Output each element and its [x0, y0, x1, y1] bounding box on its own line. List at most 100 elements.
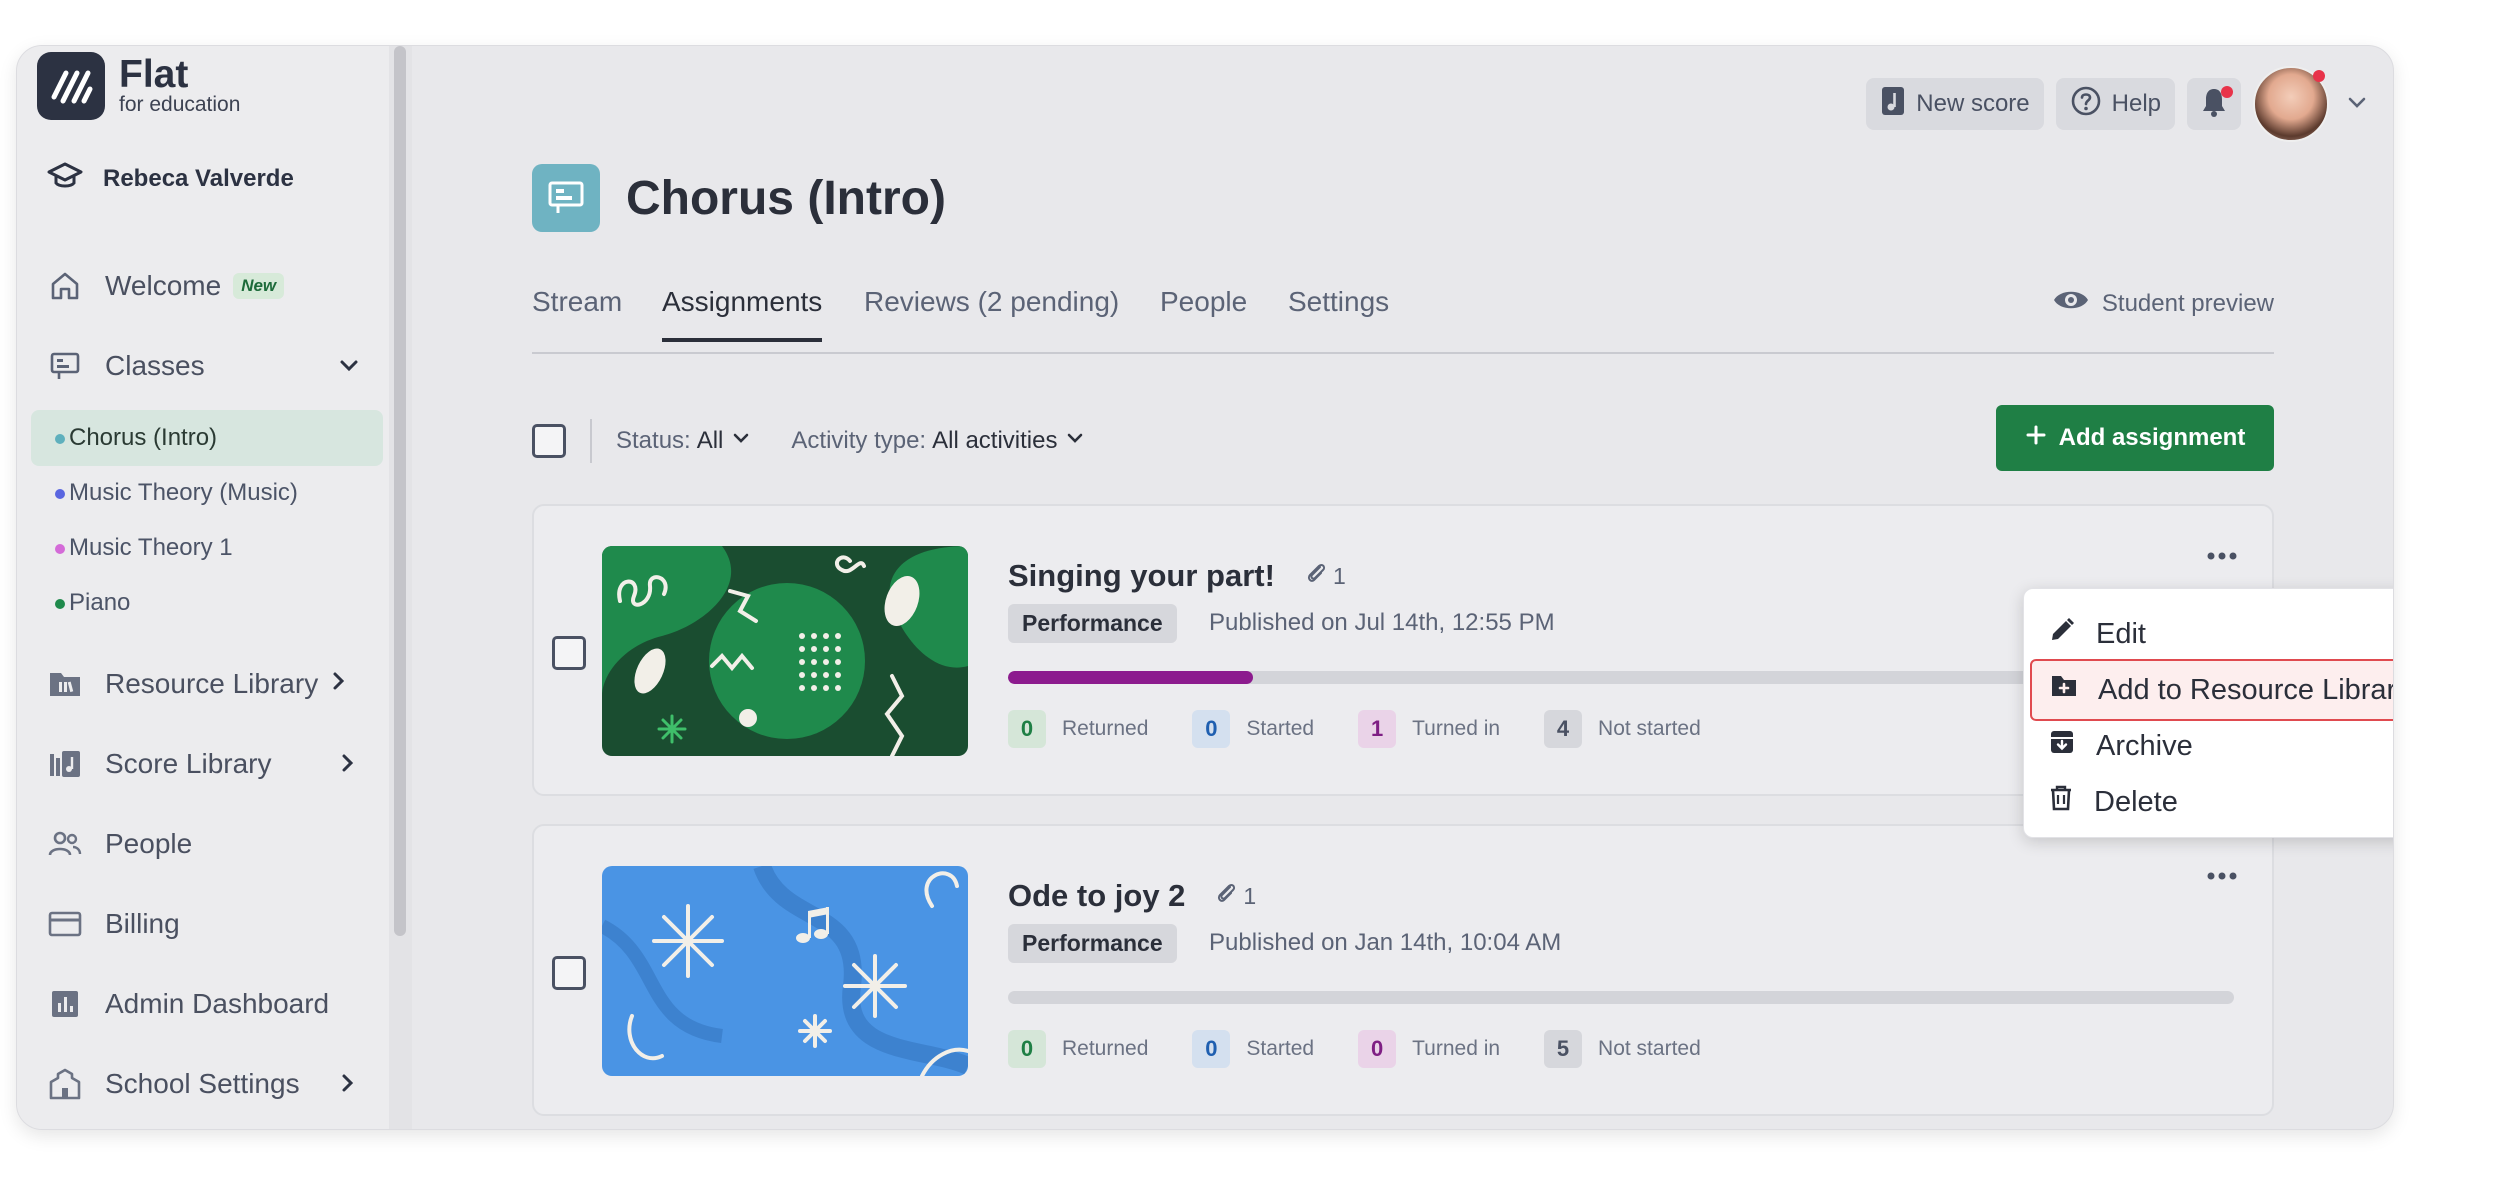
plus-icon: [2025, 424, 2047, 453]
class-label: Music Theory (Music): [69, 479, 298, 506]
help-icon: [2070, 85, 2102, 124]
sidebar-item-people[interactable]: People: [47, 826, 192, 862]
user-row[interactable]: Rebeca Valverde: [47, 161, 294, 196]
trash-icon: [2048, 784, 2074, 820]
menu-item-delete[interactable]: Delete: [2030, 771, 2393, 833]
new-score-label: New score: [1916, 90, 2030, 117]
menu-item-label: Delete: [2094, 785, 2178, 818]
chevron-right-icon: [337, 1070, 357, 1102]
tab-stream[interactable]: Stream: [532, 286, 622, 338]
not-started-count: 5: [1544, 1030, 1583, 1068]
activity-type-filter[interactable]: Activity type: All activities: [791, 427, 1085, 455]
returned-count: 0: [1008, 710, 1046, 748]
sidebar-class-chorus-intro[interactable]: Chorus (Intro): [31, 410, 383, 466]
add-assignment-button[interactable]: Add assignment: [1996, 405, 2274, 471]
stat-label: Not started: [1598, 1037, 1701, 1060]
sidebar-item-resource-library[interactable]: Resource Library: [47, 666, 348, 702]
user-name: Rebeca Valverde: [103, 164, 294, 192]
divider: [590, 419, 592, 463]
assignment-title[interactable]: Ode to joy 2 1: [1008, 878, 1256, 914]
assignment-title-text: Singing your part!: [1008, 558, 1275, 593]
stat-not-started[interactable]: 5 Not started: [1544, 1030, 1701, 1068]
add-assignment-label: Add assignment: [2058, 424, 2246, 451]
started-count: 0: [1192, 710, 1231, 748]
assignment-title-text: Ode to joy 2: [1008, 878, 1186, 913]
menu-item-archive[interactable]: Archive: [2030, 715, 2393, 777]
chevron-down-icon[interactable]: [2345, 90, 2369, 119]
app-window: Flat for education Rebeca Valverde Welco…: [16, 45, 2394, 1130]
status-filter[interactable]: Status: All: [616, 427, 751, 455]
sidebar-item-welcome[interactable]: Welcome New: [47, 268, 285, 304]
more-horizontal-icon: [2206, 868, 2238, 886]
stat-started[interactable]: 0 Started: [1192, 710, 1314, 748]
sidebar-item-school-settings[interactable]: School Settings: [47, 1066, 377, 1102]
tab-assignments[interactable]: Assignments: [662, 286, 823, 342]
sidebar-item-classes[interactable]: Classes: [47, 348, 377, 384]
class-icon: [532, 164, 600, 232]
sidebar-item-admin-dashboard[interactable]: Admin Dashboard: [47, 986, 329, 1022]
sidebar-item-score-library[interactable]: Score Library: [47, 746, 377, 782]
attachment-count: 1: [1215, 881, 1256, 911]
avatar[interactable]: [2253, 66, 2329, 142]
more-options-button[interactable]: [2200, 542, 2244, 572]
more-options-button[interactable]: [2200, 862, 2244, 892]
stat-returned[interactable]: 0 Returned: [1008, 1030, 1148, 1068]
logo[interactable]: Flat for education: [37, 52, 240, 120]
chevron-right-icon: [337, 750, 357, 782]
sidebar-item-billing[interactable]: Billing: [47, 906, 180, 942]
assignment-title[interactable]: Singing your part! 1: [1008, 558, 1346, 594]
stat-label: Not started: [1598, 717, 1701, 740]
class-label: Chorus (Intro): [69, 424, 218, 451]
assignment-stats: 0 Returned 0 Started 0 Turned in 5 Not start…: [1008, 1030, 1745, 1068]
activity-filter-value: All activities: [932, 427, 1058, 454]
graduation-cap-icon: [47, 161, 83, 196]
assignment-context-menu: Edit Add to Resource Library Archive Del…: [2023, 588, 2393, 838]
stat-not-started[interactable]: 4 Not started: [1544, 710, 1701, 748]
published-date: Published on Jul 14th, 12:55 PM: [1209, 609, 1555, 636]
turned-in-count: 1: [1358, 710, 1397, 748]
flat-logo-icon: [37, 52, 105, 120]
sidebar-item-label: Billing: [105, 908, 180, 939]
student-preview-label: Student preview: [2101, 289, 2274, 317]
assignment-card[interactable]: Ode to joy 2 1 Performance Published on …: [532, 824, 2274, 1116]
stat-label: Started: [1246, 1037, 1315, 1060]
chevron-down-icon[interactable]: [337, 352, 361, 384]
filters-bar: Status: All Activity type: All activitie…: [532, 405, 2274, 471]
score-library-icon: [47, 746, 83, 782]
eye-icon: [2052, 286, 2090, 321]
menu-item-label: Edit: [2096, 617, 2146, 650]
stat-turned-in[interactable]: 1 Turned in: [1358, 710, 1500, 748]
assignment-card[interactable]: Singing your part! 1 Performance Publish…: [532, 504, 2274, 796]
archive-icon: [2048, 728, 2076, 764]
menu-item-add-to-resource-library[interactable]: Add to Resource Library: [2030, 659, 2393, 721]
stat-turned-in[interactable]: 0 Turned in: [1358, 1030, 1500, 1068]
menu-item-edit[interactable]: Edit: [2030, 603, 2393, 665]
sidebar-item-label: Classes: [105, 350, 205, 381]
bar-chart-icon: [47, 986, 83, 1022]
turned-in-count: 0: [1358, 1030, 1397, 1068]
logo-subtitle: for education: [119, 93, 241, 116]
tab-settings[interactable]: Settings: [1288, 286, 1389, 338]
notifications-button[interactable]: [2187, 78, 2241, 130]
stat-started[interactable]: 0 Started: [1192, 1030, 1314, 1068]
class-label: Piano: [69, 589, 131, 616]
new-score-button[interactable]: New score: [1866, 78, 2044, 130]
stat-returned[interactable]: 0 Returned: [1008, 710, 1148, 748]
help-button[interactable]: Help: [2055, 78, 2175, 130]
assignment-checkbox[interactable]: [552, 636, 586, 670]
student-preview-button[interactable]: Student preview: [2052, 286, 2274, 321]
assignment-checkbox[interactable]: [552, 956, 586, 990]
sidebar-scrollbar-thumb[interactable]: [394, 46, 406, 936]
class-color-dot: [55, 544, 65, 554]
activity-type-tag: Performance: [1008, 924, 1177, 963]
tab-reviews[interactable]: Reviews (2 pending): [864, 286, 1119, 338]
chevron-down-icon: [1065, 427, 1085, 455]
sidebar-class-music-theory-music[interactable]: Music Theory (Music): [31, 465, 383, 521]
select-all-checkbox[interactable]: [532, 424, 566, 458]
class-tabs: Stream Assignments Reviews (2 pending) P…: [532, 284, 2274, 354]
sidebar-class-piano[interactable]: Piano: [31, 575, 383, 631]
logo-title: Flat: [119, 53, 189, 96]
sidebar-class-music-theory-1[interactable]: Music Theory 1: [31, 520, 383, 576]
tab-people[interactable]: People: [1160, 286, 1247, 338]
credit-card-icon: [47, 906, 83, 942]
